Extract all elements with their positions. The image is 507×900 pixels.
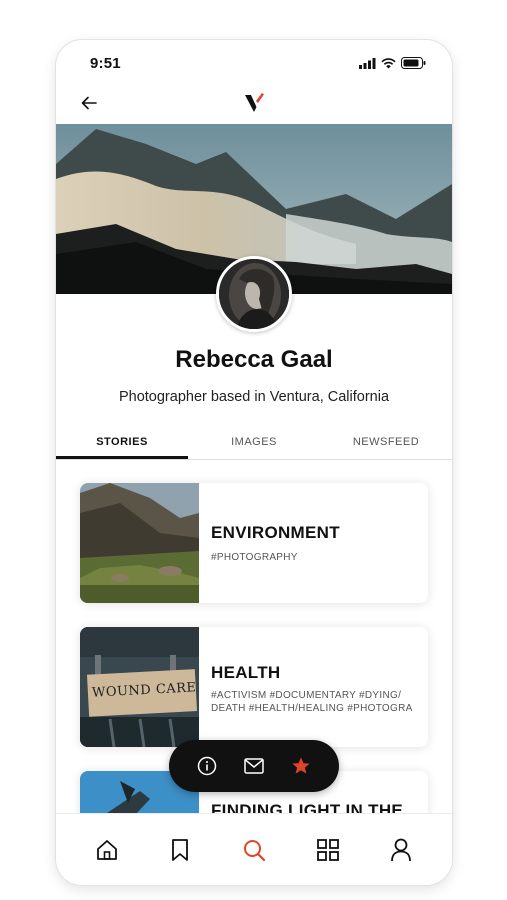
tab-stories[interactable]: STORIES [56,428,188,459]
story-tags: #PHOTOGRAPHY [211,552,298,563]
story-card-environment[interactable]: ENVIRONMENT #PHOTOGRAPHY [80,483,428,603]
info-icon[interactable] [195,754,219,778]
nav-bar [56,84,452,124]
tab-images[interactable]: IMAGES [188,428,320,459]
profile-bio: Photographer based in Ventura, Californi… [118,389,390,405]
bottom-nav [56,813,452,885]
mail-icon[interactable] [242,754,266,778]
grid-icon[interactable] [313,835,343,865]
user-icon[interactable] [386,835,416,865]
status-bar: 9:51 [56,40,452,84]
story-thumbnail: WOUND CARE [80,627,199,747]
app-logo [242,90,266,116]
signal-icon [359,56,376,74]
phone-screen: 9:51 Rebecca Gaal Photographer based in … [56,40,452,885]
star-icon[interactable] [289,754,313,778]
status-icons [359,56,426,74]
profile-tabs: STORIES IMAGES NEWSFEED [56,428,452,460]
story-thumbnail [80,483,199,603]
search-icon[interactable] [239,835,269,865]
battery-icon [401,56,426,74]
floating-action-bar [169,740,339,792]
profile-name: Rebecca Gaal [175,346,333,373]
status-time: 9:51 [90,55,121,72]
home-icon[interactable] [92,835,122,865]
story-tags: #ACTIVISM #DOCUMENTARY #DYING/ DEATH #HE… [211,690,413,714]
bookmark-icon[interactable] [165,835,195,865]
story-card-health[interactable]: WOUND CARE HEALTH #ACTIVISM #DOCUMENTARY… [80,627,428,747]
back-arrow-icon[interactable] [78,92,100,114]
story-title: HEALTH [211,663,281,682]
story-title: ENVIRONMENT [211,523,340,542]
wifi-icon [381,56,396,74]
tab-newsfeed[interactable]: NEWSFEED [320,428,452,459]
avatar [216,256,292,332]
